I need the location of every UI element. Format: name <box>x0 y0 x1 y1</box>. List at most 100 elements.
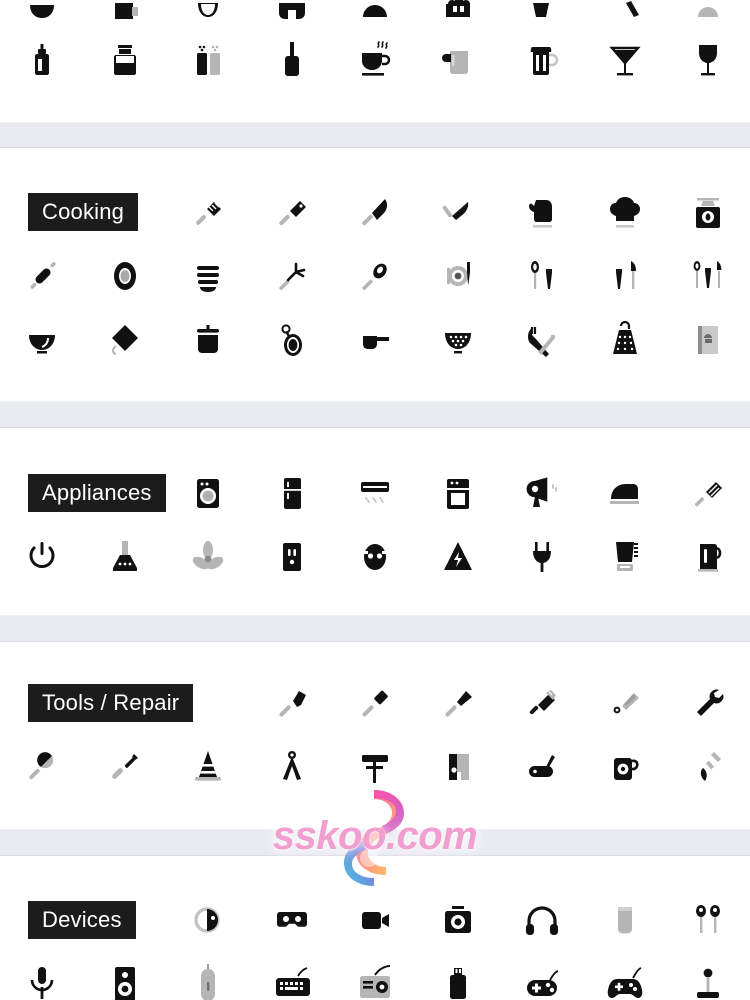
icon-cell[interactable] <box>583 28 666 90</box>
icon-cell[interactable] <box>167 889 250 951</box>
kitchen-scale-icon <box>696 198 721 228</box>
icon-cell[interactable] <box>333 953 416 1000</box>
icon-cell[interactable] <box>250 672 333 734</box>
icon-cell[interactable] <box>417 889 500 951</box>
icon-cell[interactable] <box>667 889 750 951</box>
compass-divider-icon <box>282 751 301 780</box>
computer-mouse-icon <box>201 964 216 1000</box>
icon-cell[interactable] <box>83 309 166 371</box>
icon-cell[interactable] <box>667 672 750 734</box>
air-conditioner-icon <box>360 482 389 504</box>
icon-cell[interactable] <box>583 181 666 243</box>
crossed-utensils-icon <box>527 327 555 357</box>
icon-cell[interactable] <box>250 245 333 307</box>
icon-cell[interactable] <box>417 309 500 371</box>
earbuds-icon <box>696 905 721 933</box>
icon-cell[interactable] <box>333 889 416 951</box>
icon-cell[interactable] <box>83 736 166 798</box>
icon-cell[interactable] <box>500 181 583 243</box>
icon-cell[interactable] <box>333 736 416 798</box>
icon-cell[interactable] <box>583 953 666 1000</box>
icon-cell[interactable] <box>500 28 583 90</box>
icon-cell[interactable] <box>333 672 416 734</box>
icon-cell[interactable] <box>333 462 416 524</box>
icon-cell[interactable] <box>250 462 333 524</box>
separator-band <box>0 615 750 642</box>
icon-cell[interactable] <box>417 953 500 1000</box>
icon-cell[interactable] <box>667 462 750 524</box>
icon-cell[interactable] <box>0 245 83 307</box>
icon-cell[interactable] <box>83 28 166 90</box>
icon-cell[interactable] <box>667 28 750 90</box>
vacuum-nozzle-icon <box>695 482 723 507</box>
icon-cell[interactable] <box>667 526 750 588</box>
screwdriver-icon <box>112 754 138 779</box>
icon-cell[interactable] <box>250 28 333 90</box>
icon-cell[interactable] <box>500 462 583 524</box>
icon-cell[interactable] <box>250 181 333 243</box>
icon-cell[interactable] <box>167 736 250 798</box>
power-button-icon <box>29 542 55 568</box>
icon-cell[interactable] <box>83 953 166 1000</box>
icon-cell[interactable] <box>167 953 250 1000</box>
icon-cell[interactable] <box>583 672 666 734</box>
icon-cell[interactable] <box>333 28 416 90</box>
icon-cell[interactable] <box>667 953 750 1000</box>
icon-cell[interactable] <box>500 672 583 734</box>
icon-cell[interactable] <box>500 309 583 371</box>
icon-cell[interactable] <box>417 672 500 734</box>
icon-cell[interactable] <box>417 526 500 588</box>
icon-cell[interactable] <box>167 309 250 371</box>
sledgehammer-icon <box>445 691 473 717</box>
icon-cell[interactable] <box>500 245 583 307</box>
icon-cell[interactable] <box>333 245 416 307</box>
icon-cell[interactable] <box>0 736 83 798</box>
icon-cell[interactable] <box>0 953 83 1000</box>
icon-cell[interactable] <box>500 526 583 588</box>
usb-drive-icon <box>450 968 467 999</box>
icon-cell[interactable] <box>0 526 83 588</box>
icon-cell[interactable] <box>417 181 500 243</box>
icon-cell[interactable] <box>417 736 500 798</box>
icon-cell[interactable] <box>417 462 500 524</box>
icon-cell[interactable] <box>583 736 666 798</box>
icon-cell[interactable] <box>667 736 750 798</box>
icon-cell[interactable] <box>583 526 666 588</box>
icon-cell[interactable] <box>667 309 750 371</box>
icon-cell[interactable] <box>250 526 333 588</box>
range-hood-icon <box>112 541 137 571</box>
icon-cell[interactable] <box>167 526 250 588</box>
icon-row <box>0 889 750 951</box>
icon-cell[interactable] <box>500 953 583 1000</box>
icon-cell[interactable] <box>583 889 666 951</box>
icon-cell[interactable] <box>0 28 83 90</box>
icon-cell[interactable] <box>583 462 666 524</box>
euro-socket-icon <box>363 544 386 570</box>
icon-cell[interactable] <box>500 889 583 951</box>
icon-cell[interactable] <box>333 309 416 371</box>
separator-band <box>0 829 750 856</box>
icon-cell[interactable] <box>250 953 333 1000</box>
icon-cell[interactable] <box>250 309 333 371</box>
icon-cell[interactable] <box>333 526 416 588</box>
icon-cell[interactable] <box>250 889 333 951</box>
icon-cell[interactable] <box>167 28 250 90</box>
icon-cell[interactable] <box>0 309 83 371</box>
paint-bucket-icon <box>449 754 470 780</box>
icon-cell[interactable] <box>417 28 500 90</box>
icon-cell[interactable] <box>167 245 250 307</box>
icon-cell[interactable] <box>333 181 416 243</box>
icon-cell[interactable] <box>83 245 166 307</box>
separator-band <box>0 122 750 148</box>
icon-cell[interactable] <box>583 309 666 371</box>
washing-machine-icon <box>197 479 220 508</box>
icon-cell[interactable] <box>167 462 250 524</box>
icon-cell[interactable] <box>500 736 583 798</box>
icon-cell[interactable] <box>583 245 666 307</box>
icon-cell[interactable] <box>667 245 750 307</box>
icon-cell[interactable] <box>167 181 250 243</box>
icon-cell[interactable] <box>83 526 166 588</box>
icon-cell[interactable] <box>667 181 750 243</box>
icon-cell[interactable] <box>417 245 500 307</box>
icon-cell[interactable] <box>250 736 333 798</box>
